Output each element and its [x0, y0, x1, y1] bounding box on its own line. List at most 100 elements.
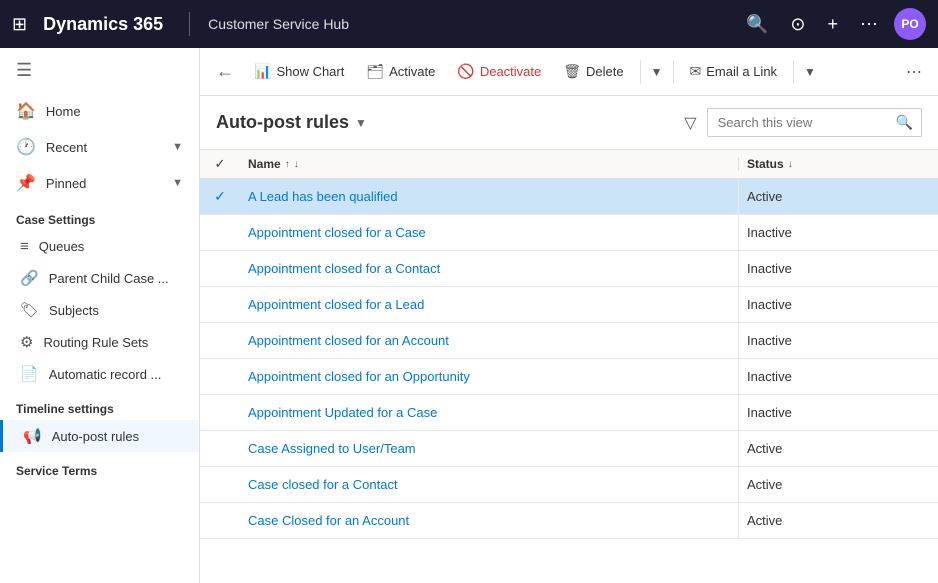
row-status: Active [738, 467, 938, 502]
row-status: Active [738, 179, 938, 214]
row-name-link[interactable]: Appointment Updated for a Case [240, 395, 738, 430]
sidebar-home-label: Home [46, 104, 81, 119]
row-name-link[interactable]: Appointment closed for an Opportunity [240, 359, 738, 394]
table-row[interactable]: Appointment closed for a Contact Inactiv… [200, 251, 938, 287]
sidebar-item-queues[interactable]: ≡ Queues [0, 231, 199, 262]
table-row[interactable]: Appointment closed for a Lead Inactive [200, 287, 938, 323]
row-status: Inactive [738, 359, 938, 394]
sidebar-item-auto-post-rules[interactable]: 📢 Auto-post rules [0, 420, 199, 452]
sort-desc-icon: ↓ [294, 159, 299, 170]
cmd-separator-3 [793, 60, 794, 84]
list-title-chevron-icon[interactable]: ▼ [355, 116, 367, 130]
table-row[interactable]: Case closed for a Contact Active [200, 467, 938, 503]
email-icon: ✉ [690, 63, 702, 80]
filter-icon[interactable]: ▽ [684, 113, 696, 133]
table-row[interactable]: Case Assigned to User/Team Active [200, 431, 938, 467]
column-header-name[interactable]: Name ↑ ↓ [240, 157, 738, 171]
row-name-link[interactable]: Appointment closed for a Lead [240, 287, 738, 322]
add-icon[interactable]: + [827, 14, 838, 35]
subjects-icon: 🏷 [20, 301, 39, 319]
deactivate-button[interactable]: 🚫 Deactivate [447, 57, 551, 86]
row-status: Inactive [738, 251, 938, 286]
data-table: ✓ Name ↑ ↓ Status ↓ ✓ [200, 150, 938, 583]
column-header-status[interactable]: Status ↓ [738, 157, 938, 171]
timeline-settings-section-title: Timeline settings [0, 390, 199, 420]
table-rows-container: ✓ A Lead has been qualified Active Appoi… [200, 179, 938, 539]
more-options-icon[interactable]: ⋯ [860, 14, 878, 35]
sidebar-toggle[interactable]: ☰ [0, 48, 199, 93]
list-title: Auto-post rules ▼ [216, 112, 367, 133]
email-link-button[interactable]: ✉ Email a Link [680, 57, 788, 86]
row-name-link[interactable]: Case Assigned to User/Team [240, 431, 738, 466]
sidebar-item-routing-rule-sets[interactable]: ⚙ Routing Rule Sets [0, 326, 199, 358]
app-name: Dynamics 365 [43, 14, 163, 35]
status-col-label: Status [747, 157, 784, 171]
command-bar: ← 📊 Show Chart 🗂 Activate 🚫 Deactivate 🗑… [200, 48, 938, 96]
sidebar-item-subjects[interactable]: 🏷 Subjects [0, 294, 199, 326]
sidebar-item-automatic-record[interactable]: 📄 Automatic record ... [0, 358, 199, 390]
activate-button[interactable]: 🗂 Activate [356, 57, 445, 86]
list-title-text: Auto-post rules [216, 112, 349, 133]
deactivate-icon: 🚫 [457, 63, 474, 80]
sidebar-item-home[interactable]: 🏠 Home [0, 93, 199, 129]
row-name-link[interactable]: Appointment closed for an Account [240, 323, 738, 358]
queues-label: Queues [39, 239, 85, 254]
search-input[interactable] [708, 110, 888, 135]
sort-asc-icon: ↑ [285, 159, 290, 170]
subjects-label: Subjects [49, 303, 99, 318]
email-link-label: Email a Link [706, 64, 777, 79]
auto-post-icon: 📢 [23, 427, 42, 445]
auto-post-label: Auto-post rules [52, 429, 139, 444]
sidebar-item-pinned[interactable]: 📌 Pinned ▼ [0, 165, 199, 201]
row-name-link[interactable]: Appointment closed for a Contact [240, 251, 738, 286]
delete-button[interactable]: 🗑 Delete [553, 57, 633, 86]
back-button[interactable]: ← [208, 55, 242, 88]
sidebar-recent-label: Recent [46, 140, 87, 155]
show-chart-button[interactable]: 📊 Show Chart [244, 57, 354, 86]
deactivate-label: Deactivate [480, 64, 541, 79]
table-row[interactable]: ✓ A Lead has been qualified Active [200, 179, 938, 215]
delete-more-chevron-icon[interactable]: ▼ [647, 59, 667, 85]
hub-name: Customer Service Hub [208, 16, 349, 32]
nav-divider [189, 12, 190, 36]
cmd-separator-1 [640, 60, 641, 84]
service-terms-section-title: Service Terms [0, 452, 199, 482]
list-header: Auto-post rules ▼ ▽ 🔍 [200, 96, 938, 150]
parent-child-icon: 🔗 [20, 269, 39, 287]
show-chart-icon: 📊 [254, 63, 271, 80]
table-row[interactable]: Appointment closed for an Account Inacti… [200, 323, 938, 359]
avatar[interactable]: PO [894, 8, 926, 40]
row-status: Inactive [738, 287, 938, 322]
table-row[interactable]: Case Closed for an Account Active [200, 503, 938, 539]
row-name-link[interactable]: A Lead has been qualified [240, 179, 738, 214]
automatic-record-label: Automatic record ... [49, 367, 162, 382]
email-more-chevron-icon[interactable]: ▼ [800, 59, 820, 85]
main-layout: ☰ 🏠 Home 🕐 Recent ▼ 📌 Pinned ▼ Case Sett… [0, 48, 938, 583]
search-icon[interactable]: 🔍 [746, 14, 768, 35]
waffle-icon[interactable]: ⊞ [12, 14, 27, 35]
recent-chevron-icon: ▼ [172, 141, 183, 153]
header-check[interactable]: ✓ [200, 156, 240, 172]
delete-icon: 🗑 [563, 63, 581, 80]
check-icon: ✓ [214, 188, 226, 205]
row-checkbox[interactable]: ✓ [200, 188, 240, 205]
recent-icon: 🕐 [16, 137, 36, 157]
search-button[interactable]: 🔍 [888, 109, 921, 136]
show-chart-label: Show Chart [276, 64, 344, 79]
list-area: Auto-post rules ▼ ▽ 🔍 ✓ Name [200, 96, 938, 583]
content-area: ← 📊 Show Chart 🗂 Activate 🚫 Deactivate 🗑… [200, 48, 938, 583]
sidebar-item-parent-child[interactable]: 🔗 Parent Child Case ... [0, 262, 199, 294]
settings-icon[interactable]: ⊙ [790, 14, 805, 35]
command-bar-more-icon[interactable]: ⋯ [898, 56, 930, 88]
row-name-link[interactable]: Appointment closed for a Case [240, 215, 738, 250]
row-name-link[interactable]: Case Closed for an Account [240, 503, 738, 538]
row-status: Inactive [738, 395, 938, 430]
sidebar-pinned-label: Pinned [46, 176, 86, 191]
table-row[interactable]: Appointment closed for a Case Inactive [200, 215, 938, 251]
name-col-label: Name [248, 157, 281, 171]
table-row[interactable]: Appointment Updated for a Case Inactive [200, 395, 938, 431]
table-row[interactable]: Appointment closed for an Opportunity In… [200, 359, 938, 395]
sidebar-item-recent[interactable]: 🕐 Recent ▼ [0, 129, 199, 165]
row-name-link[interactable]: Case closed for a Contact [240, 467, 738, 502]
home-icon: 🏠 [16, 101, 36, 121]
